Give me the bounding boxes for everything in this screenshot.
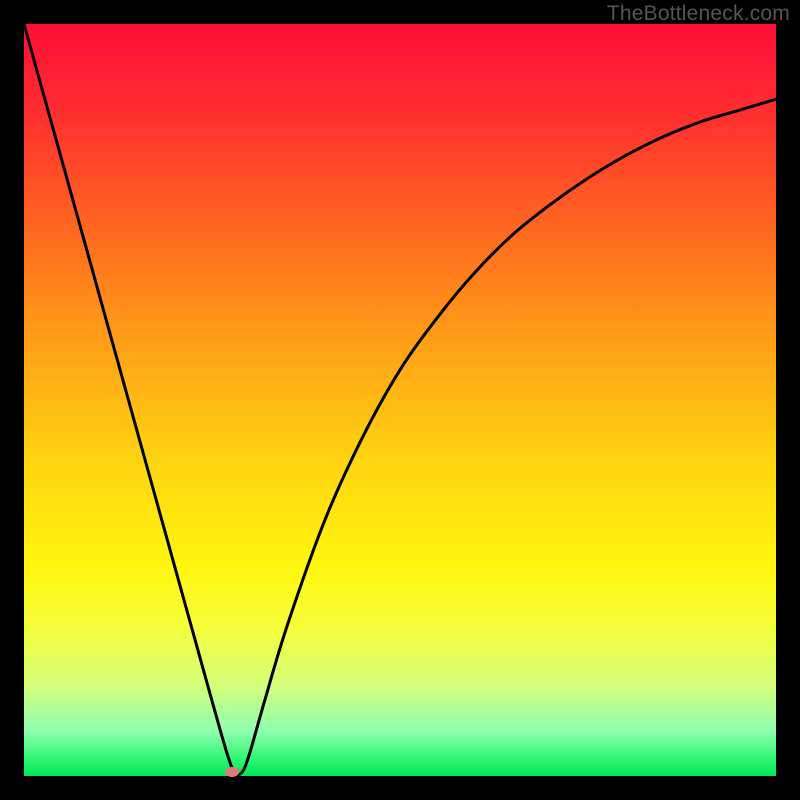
optimum-marker (225, 767, 239, 777)
plot-area (24, 24, 776, 776)
attribution-text: TheBottleneck.com (607, 2, 790, 26)
chart-frame: TheBottleneck.com (0, 0, 800, 800)
bottleneck-curve (24, 24, 776, 776)
curve-path (24, 24, 776, 775)
